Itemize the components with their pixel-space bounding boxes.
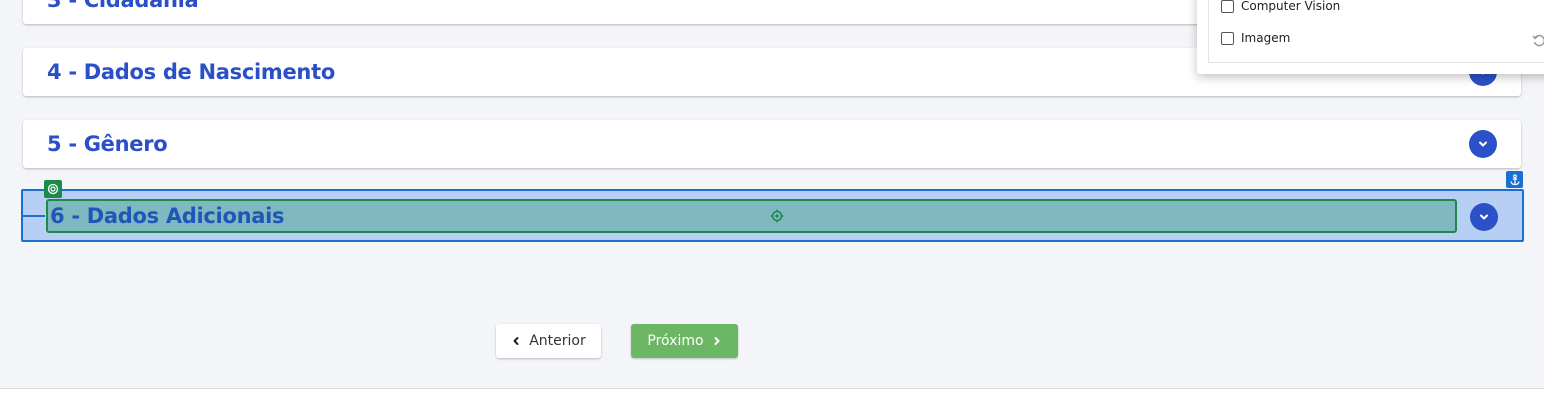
section-title: 3 - Cidadania [47, 0, 199, 12]
previous-button[interactable]: Anterior [496, 324, 601, 358]
option-label: Computer Vision [1241, 0, 1341, 13]
section-title: 5 - Gênero [47, 132, 168, 156]
previous-button-label: Anterior [529, 333, 586, 349]
option-computer-vision[interactable]: Computer Vision [1221, 0, 1340, 13]
section-title: 4 - Dados de Nascimento [47, 60, 335, 84]
section-title: 6 - Dados Adicionais [50, 204, 285, 228]
option-imagem[interactable]: Imagem [1221, 31, 1290, 45]
eye-badge[interactable] [44, 180, 62, 198]
eye-icon [47, 183, 59, 195]
next-button-label: Próximo [647, 333, 704, 349]
section-dados-adicionais[interactable]: 6 - Dados Adicionais [21, 189, 1524, 242]
reset-icon[interactable] [1531, 32, 1544, 48]
anchor-icon [1509, 173, 1520, 185]
page: 3 - Cidadania 4 - Dados de Nascimento 5 … [0, 0, 1544, 411]
chevron-down-icon [1479, 141, 1487, 147]
checkbox[interactable] [1221, 31, 1234, 45]
target-icon[interactable] [770, 209, 784, 223]
selected-element-highlight[interactable]: 6 - Dados Adicionais [46, 199, 1457, 233]
chevron-right-icon [714, 337, 720, 345]
expand-button[interactable] [1469, 130, 1497, 158]
chevron-left-icon [513, 337, 519, 345]
anchor-badge[interactable] [1506, 171, 1523, 188]
section-genero[interactable]: 5 - Gênero [23, 120, 1521, 168]
checkbox[interactable] [1221, 0, 1234, 13]
expand-button[interactable] [1470, 203, 1498, 231]
next-button[interactable]: Próximo [631, 324, 738, 358]
option-label: Imagem [1241, 31, 1291, 45]
footer [0, 388, 1544, 411]
selection-connector [23, 215, 45, 217]
chevron-down-icon [1480, 214, 1488, 220]
options-list: Computer Vision Imagem [1208, 0, 1544, 63]
options-panel: Computer Vision Imagem [1197, 0, 1544, 74]
